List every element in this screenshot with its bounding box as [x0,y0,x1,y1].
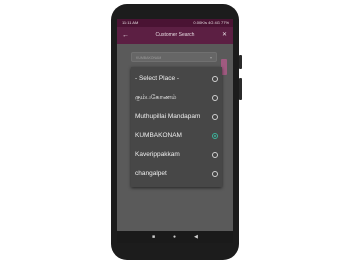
place-option-label: Kaverippakkam [135,151,180,158]
select-place-dialog: - Select Place - கும்பகோணம் Muthupillai … [131,67,222,187]
place-option-label: changalpet [135,170,167,177]
volume-button [239,78,242,100]
dropdown-caret-icon: ▾ [209,55,212,60]
status-bar: 11:11 AM 0.00K/s 4G 4G 77% [117,19,233,27]
status-time: 11:11 AM [122,20,139,25]
place-option-label: - Select Place - [135,75,180,82]
radio-button[interactable] [212,171,218,177]
place-option[interactable]: KUMBAKONAM [131,127,222,145]
navigation-bar: ■ ● ◀ [117,231,233,243]
place-option[interactable]: கும்பகோணம் [131,89,222,107]
place-option[interactable]: - Select Place - [131,70,222,88]
back-nav-icon[interactable]: ◀ [194,234,198,240]
radio-button-selected[interactable] [212,133,218,139]
place-option-label: KUMBAKONAM [135,132,182,139]
place-spinner[interactable]: KUMBAKONAM ▾ [131,52,217,62]
home-icon[interactable]: ● [173,234,176,240]
app-bar: ← Customer Search ✕ [117,27,233,44]
app-title: Customer Search [155,32,195,38]
recents-icon[interactable]: ■ [152,234,155,240]
radio-button[interactable] [212,114,218,120]
radio-button[interactable] [212,152,218,158]
place-option[interactable]: changalpet [131,165,222,183]
close-icon[interactable]: ✕ [222,27,227,44]
place-option[interactable]: Muthupillai Mandapam [131,108,222,126]
phone-screen: 11:11 AM 0.00K/s 4G 4G 77% ← Customer Se… [117,19,233,243]
status-indicators: 0.00K/s 4G 4G 77% [193,20,229,25]
place-spinner-value: KUMBAKONAM [136,56,162,60]
place-option-label: கும்பகோணம் [135,94,177,101]
radio-button[interactable] [212,76,218,82]
place-option-label: Muthupillai Mandapam [135,113,201,120]
power-button [239,55,242,69]
radio-button[interactable] [212,95,218,101]
place-option[interactable]: Kaverippakkam [131,146,222,164]
